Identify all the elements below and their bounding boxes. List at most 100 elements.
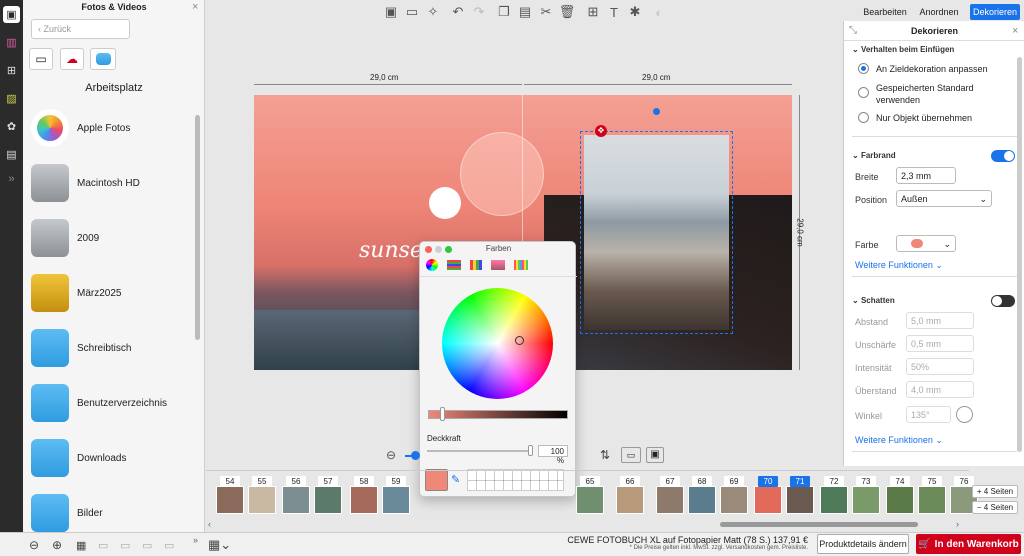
spread-view-icon[interactable]: ▭ [120,539,130,552]
brightness-slider[interactable] [428,410,568,419]
source-downloads[interactable]: Downloads [31,433,196,483]
sliders-mode-icon[interactable] [447,260,461,270]
page-thumbnail[interactable] [216,486,244,514]
page-thumbnail[interactable] [852,486,880,514]
undo-icon[interactable]: ↶ [449,3,467,21]
remove-pages-button[interactable]: − 4 Seiten [972,501,1018,514]
overhang-input[interactable]: 4,0 mm [906,381,974,398]
rotate-handle[interactable] [653,108,660,115]
color-tool-icon[interactable]: ▨ [3,90,20,107]
shadow-heading[interactable]: ⌄ Schatten [852,296,895,305]
frame-heading[interactable]: ⌄ Farbrand [852,151,896,160]
single-view-icon[interactable]: ▭ [98,539,108,552]
zoom-in-icon[interactable]: ⊕ [52,538,62,552]
copy-icon[interactable]: ❐ [495,3,513,21]
page-thumbnail[interactable] [576,486,604,514]
source-2009[interactable]: 2009 [31,213,196,263]
tab-dekorieren[interactable]: Dekorieren [970,4,1020,20]
page-thumbnail[interactable] [382,486,410,514]
angle-dial[interactable] [956,406,973,423]
delete-icon[interactable]: 🗑 [558,3,576,21]
tab-bearbeiten[interactable]: Bearbeiten [862,4,908,20]
shadow-toggle[interactable] [991,295,1015,307]
page-thumbnail[interactable] [282,486,310,514]
layout-picker-icon[interactable]: ▦⌄ [208,537,231,553]
ruler-toggle-icon[interactable]: ▭ [621,447,641,463]
grid-view-icon[interactable]: ▦ [76,539,86,552]
page-thumbnail[interactable] [688,486,716,514]
save-icon[interactable]: ▣ [382,3,400,21]
sun-shape[interactable] [429,187,461,219]
position-select[interactable]: Außen ⌄ [896,190,992,207]
color-wheel[interactable] [442,288,553,399]
layouts-tool-icon[interactable]: ▥ [3,34,20,51]
color-wheel-mode-icon[interactable] [426,259,438,271]
page-thumbnail[interactable] [918,486,946,514]
strip-scrollbar[interactable] [720,522,918,527]
circle-shape[interactable] [460,132,544,216]
scroll-left-icon[interactable]: ‹ [208,519,211,529]
product-details-button[interactable]: Produktdetails ändern [817,534,909,554]
close-icon[interactable]: × [192,1,198,13]
opacity-slider-thumb[interactable] [528,445,533,456]
zoom-slider-thumb[interactable] [411,451,420,460]
opacity-input[interactable]: 100 % [538,445,568,465]
more-functions-link[interactable]: Weitere Funktionen ⌄ [855,435,943,446]
source-pictures[interactable]: Bilder [31,488,196,538]
source-home[interactable]: Benutzerverzeichnis [31,378,196,428]
page-thumbnail[interactable] [350,486,378,514]
page-thumbnail[interactable] [754,486,782,514]
frame-toggle[interactable] [991,150,1015,162]
more-functions-link[interactable]: Weitere Funktionen ⌄ [855,260,943,271]
photos-tool-icon[interactable]: ▣ [3,6,20,23]
redo-icon[interactable]: ↷ [470,3,488,21]
backgrounds-tool-icon[interactable]: ⊞ [3,62,20,79]
source-desktop[interactable]: Schreibtisch [31,323,196,373]
expand-rail-icon[interactable]: » [3,170,20,187]
overview-icon[interactable]: ▭ [142,539,152,552]
cloud-source-icon[interactable]: ☁ [60,48,84,70]
source-macintosh-hd[interactable]: Macintosh HD [31,158,196,208]
move-handle-icon[interactable]: ✥ [595,125,607,137]
opacity-slider[interactable] [427,450,532,452]
paste-icon[interactable]: ▤ [516,3,534,21]
collapse-left-icon[interactable]: » [193,535,198,545]
width-input[interactable]: 2,3 mm [896,167,956,184]
zoom-out-icon[interactable]: ⊖ [29,538,39,552]
insert-behavior-heading[interactable]: ⌄ Verhalten beim Einfügen [852,45,954,54]
add-photo-icon[interactable]: ⊞ [584,3,602,21]
tab-anordnen[interactable]: Anordnen [916,4,962,20]
back-button[interactable]: ‹ Zurück [31,19,130,39]
radio-adapt[interactable] [858,63,869,74]
compare-view-icon[interactable]: ▭ [164,539,174,552]
page-thumbnail[interactable] [616,486,644,514]
scrollbar[interactable] [1017,57,1022,452]
add-to-cart-button[interactable]: 🛒 In den Warenkorb [916,534,1021,554]
add-text-icon[interactable]: T [605,3,623,21]
clipart-tool-icon[interactable]: ✿ [3,118,20,135]
close-icon[interactable]: × [1012,25,1018,37]
page-thumbnail[interactable] [886,486,914,514]
color-wheel-cursor[interactable] [515,336,524,345]
angle-input[interactable]: 135° [906,406,951,423]
cut-icon[interactable]: ✂ [537,3,555,21]
source-maerz2025[interactable]: März2025 [31,268,196,318]
source-apple-photos[interactable]: Apple Fotos [31,103,196,153]
open-folder-icon[interactable]: ▭ [403,3,421,21]
brightness-slider-thumb[interactable] [440,407,445,421]
swap-pages-icon[interactable]: ⇅ [600,448,610,462]
device-source-icon[interactable]: ▭ [29,48,53,70]
pencils-mode-icon[interactable] [514,260,528,270]
color-select[interactable]: ⌄ [896,235,956,252]
add-clipart-icon[interactable]: ✱ [626,3,644,21]
page-thumbnail[interactable] [820,486,848,514]
folder-source-icon[interactable] [90,48,116,70]
intensity-input[interactable]: 50% [906,358,974,375]
radio-default[interactable] [858,87,869,98]
radio-object-only[interactable] [858,112,869,123]
page-thumbnail[interactable] [656,486,684,514]
scroll-right-icon[interactable]: › [956,519,959,529]
palettes-mode-icon[interactable] [470,260,482,270]
magic-wand-icon[interactable]: ✧ [424,3,442,21]
page-thumbnail[interactable] [786,486,814,514]
